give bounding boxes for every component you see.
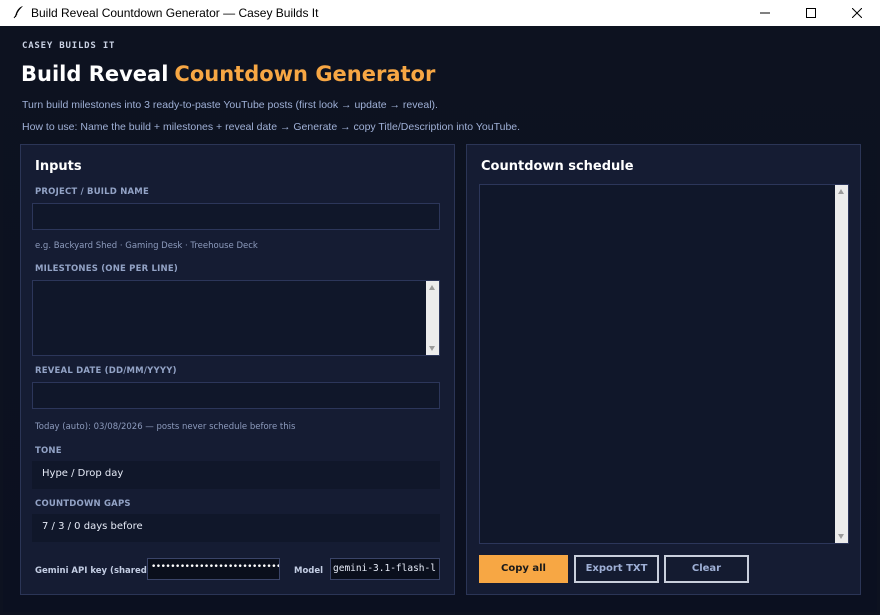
maximize-icon [806, 8, 816, 18]
clear-button[interactable]: Clear [664, 555, 749, 583]
api-key-label: Gemini API key (shared) [35, 566, 151, 576]
page-subtitle: Turn build milestones into 3 ready-to-pa… [22, 99, 438, 111]
milestones-scrollbar[interactable] [426, 281, 439, 355]
page-title-main: Build Reveal [21, 62, 169, 86]
model-label: Model [294, 566, 324, 576]
maximize-button[interactable] [788, 0, 834, 26]
scroll-up-icon[interactable] [838, 189, 844, 194]
today-hint: Today (auto): 03/08/2026 — posts never s… [35, 422, 296, 432]
page-title-accent: Countdown Generator [174, 62, 436, 86]
schedule-scrollbar[interactable] [835, 185, 848, 543]
tone-label: TONE [35, 446, 62, 456]
model-input[interactable]: gemini-3.1-flash-l [330, 558, 440, 580]
app-body: CASEY BUILDS IT Build Reveal Countdown Ge… [3, 26, 877, 612]
schedule-panel: Countdown schedule Copy all Export TXT C… [466, 144, 861, 595]
project-name-label: PROJECT / BUILD NAME [35, 187, 149, 197]
inputs-panel: Inputs PROJECT / BUILD NAME e.g. Backyar… [20, 144, 455, 595]
close-button[interactable] [834, 0, 880, 26]
tone-select[interactable]: Hype / Drop day [32, 461, 440, 489]
scroll-up-icon[interactable] [429, 285, 435, 290]
project-name-hint: e.g. Backyard Shed · Gaming Desk · Treeh… [35, 241, 258, 251]
countdown-gaps-label: COUNTDOWN GAPS [35, 499, 131, 509]
minimize-icon [760, 12, 770, 14]
page-title: Build Reveal Countdown Generator [21, 62, 435, 86]
countdown-gaps-select[interactable]: 7 / 3 / 0 days before [32, 514, 440, 542]
brand-label: CASEY BUILDS IT [22, 41, 116, 51]
title-bar: Build Reveal Countdown Generator — Casey… [0, 0, 880, 26]
reveal-date-input[interactable] [32, 382, 440, 409]
how-to-text: How to use: Name the build + milestones … [22, 121, 521, 133]
close-icon [852, 8, 862, 18]
scroll-down-icon[interactable] [838, 534, 844, 539]
minimize-button[interactable] [742, 0, 788, 26]
export-txt-button[interactable]: Export TXT [574, 555, 659, 583]
reveal-date-label: REVEAL DATE (DD/MM/YYYY) [35, 366, 177, 376]
window-title: Build Reveal Countdown Generator — Casey… [31, 6, 319, 20]
copy-all-button[interactable]: Copy all [479, 555, 568, 583]
scroll-down-icon[interactable] [429, 346, 435, 351]
inputs-panel-title: Inputs [35, 159, 82, 174]
schedule-panel-title: Countdown schedule [481, 159, 634, 174]
feather-icon [13, 6, 23, 19]
project-name-input[interactable] [32, 203, 440, 230]
milestones-textarea[interactable] [32, 280, 440, 356]
api-key-input[interactable]: •••••••••••••••••••••••••••••• [147, 558, 280, 580]
schedule-output-textarea[interactable] [479, 184, 849, 544]
milestones-label: MILESTONES (ONE PER LINE) [35, 264, 178, 274]
